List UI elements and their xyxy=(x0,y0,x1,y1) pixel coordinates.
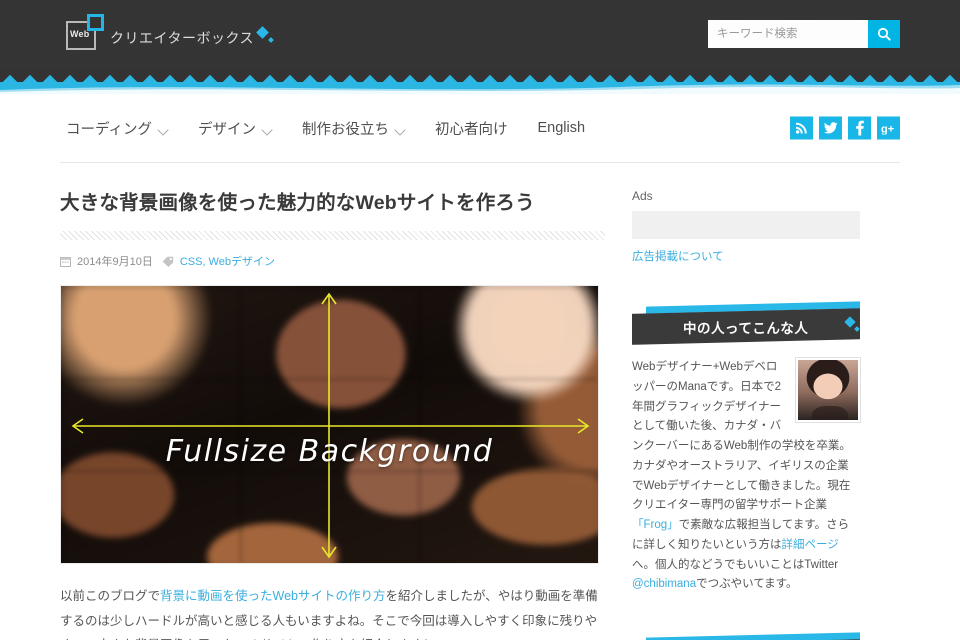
profile-text-3: へ。個人的などうでもいいことはTwitter xyxy=(632,558,839,571)
facebook-icon xyxy=(855,120,864,136)
profile-section-heading: 中の人ってこんな人 xyxy=(632,301,860,345)
site-header: Web クリエイターボックス xyxy=(0,0,960,68)
ads-info-link[interactable]: 広告掲載について xyxy=(632,248,860,264)
logo-diamond-icon xyxy=(256,26,278,50)
wave-accent xyxy=(0,84,960,94)
google-plus-icon: g+ xyxy=(881,123,894,134)
avatar xyxy=(796,358,860,422)
profile-link-twitter[interactable]: @chibimana xyxy=(632,578,696,590)
google-plus-link[interactable]: g+ xyxy=(877,116,900,140)
post-categories[interactable]: CSS, Webデザイン xyxy=(180,253,275,269)
body-prefix: 以前このブログで xyxy=(60,589,161,604)
nav-label: デザイン xyxy=(198,121,256,138)
chevron-down-icon xyxy=(396,126,405,131)
nav-item-english[interactable]: English xyxy=(538,120,586,136)
ads-placeholder[interactable] xyxy=(632,211,860,239)
twitter-link[interactable] xyxy=(819,116,842,140)
nav-item-coding[interactable]: コーディング xyxy=(66,118,168,139)
profile-link-frog[interactable]: 「Frog」 xyxy=(632,519,679,531)
svg-text:g+: g+ xyxy=(881,123,894,134)
ads-title: Ads xyxy=(632,189,653,203)
post-hero-image[interactable]: Fullsize Background xyxy=(60,285,599,565)
body-inline-link[interactable]: 背景に動画を使ったWebサイトの作り方 xyxy=(160,589,385,603)
zigzag-divider xyxy=(0,68,960,94)
rss-link[interactable] xyxy=(790,116,813,140)
post-meta: 2014年9月10日 CSS, Webデザイン xyxy=(60,253,605,269)
site-logo[interactable]: Web クリエイターボックス xyxy=(66,14,278,50)
post-body: 以前このブログで背景に動画を使ったWebサイトの作り方を紹介しましたが、やはり動… xyxy=(60,584,605,640)
page-title: 大きな背景画像を使った魅力的なWebサイトを作ろう xyxy=(60,192,535,214)
search-icon xyxy=(877,27,891,41)
post-date-group: 2014年9月10日 xyxy=(60,253,153,269)
search-box[interactable] xyxy=(708,20,900,48)
profile-text-4: でつぶやいてます。 xyxy=(696,578,798,591)
logo-accent-square xyxy=(87,14,104,31)
logo-title: クリエイターボックス xyxy=(110,30,255,46)
heading-band: 中の人ってこんな人 xyxy=(632,308,860,345)
post-categories-group: CSS, Webデザイン xyxy=(162,253,275,269)
chevron-down-icon xyxy=(263,126,272,131)
title-hatch-divider xyxy=(60,231,605,241)
page-body: 大きな背景画像を使った魅力的なWebサイトを作ろう 2014年9月10日 CSS… xyxy=(0,163,960,640)
post-date: 2014年9月10日 xyxy=(77,256,153,269)
main-navigation: コーディング デザイン 制作お役立ち 初心者向け English g+ xyxy=(0,94,960,162)
profile-heading-text: 中の人ってこんな人 xyxy=(683,320,809,336)
search-button[interactable] xyxy=(868,20,900,48)
sidebar: Ads 広告掲載について 中の人ってこんな人 Webデザイナー+Webデベロッパ… xyxy=(632,163,860,640)
heading-accent-strip xyxy=(646,632,860,640)
profile-block: Webデザイナー+WebデベロッパーのManaです。日本で2年間グラフィックデザ… xyxy=(632,358,860,595)
search-input[interactable] xyxy=(708,20,868,48)
zigzag-teeth xyxy=(0,68,960,82)
nav-items: コーディング デザイン 制作お役立ち 初心者向け English xyxy=(60,118,585,139)
main-content: 大きな背景画像を使った魅力的なWebサイトを作ろう 2014年9月10日 CSS… xyxy=(60,163,605,640)
twitter-icon xyxy=(823,122,837,134)
nav-item-production-tips[interactable]: 制作お役立ち xyxy=(302,118,405,139)
rss-icon xyxy=(795,122,807,134)
tag-icon xyxy=(162,256,174,267)
nav-item-design[interactable]: デザイン xyxy=(198,118,272,139)
hero-dimension-arrows xyxy=(71,292,590,559)
nav-label: 初心者向け xyxy=(435,121,508,138)
hero-caption: Fullsize Background xyxy=(165,434,494,470)
popular-section-heading: このカテゴリーで人気の記事 xyxy=(632,632,860,640)
chevron-down-icon xyxy=(159,126,168,131)
facebook-link[interactable] xyxy=(848,116,871,140)
calendar-icon xyxy=(60,256,71,267)
web-square-icon: Web xyxy=(66,14,106,50)
profile-text: Webデザイナー+WebデベロッパーのManaです。日本で2年間グラフィックデザ… xyxy=(632,358,860,595)
nav-item-beginners[interactable]: 初心者向け xyxy=(435,118,508,139)
nav-label: コーディング xyxy=(66,121,152,138)
nav-label: English xyxy=(537,120,586,136)
nav-label: 制作お役立ち xyxy=(302,121,389,138)
social-links: g+ xyxy=(790,116,900,140)
profile-link-detail[interactable]: 詳細ページ xyxy=(782,539,839,551)
